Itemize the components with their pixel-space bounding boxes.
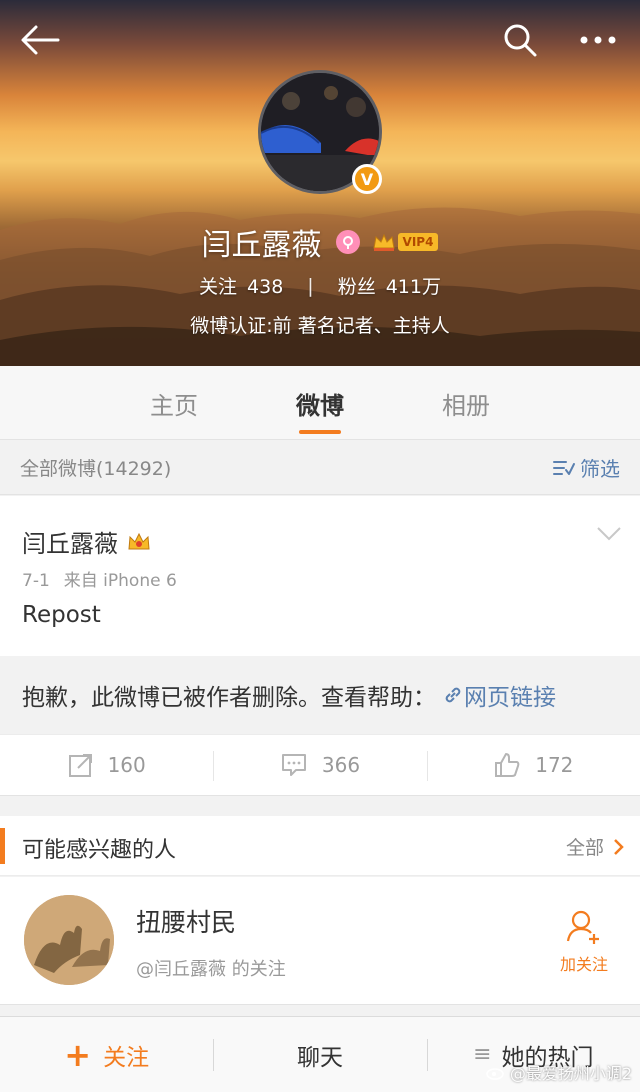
avatar-image: [24, 895, 114, 985]
follow-label: 关注: [103, 1044, 150, 1071]
thumbs-up-icon: [495, 753, 520, 777]
search-button[interactable]: [494, 14, 546, 66]
chat-button[interactable]: 聊天: [213, 1017, 426, 1092]
follow-button[interactable]: + 关注: [0, 1017, 213, 1092]
stats-divider: |: [307, 274, 314, 297]
suggestion-subtitle: @闫丘露薇 的关注: [136, 959, 286, 980]
deleted-repost-box: 抱歉，此微博已被作者删除。查看帮助： 网页链接: [0, 656, 640, 734]
post-meta: 7-1 来自 iPhone 6: [22, 566, 177, 591]
filter-bar: 全部微博(14292) 筛选: [0, 441, 640, 495]
plus-icon: +: [64, 1035, 92, 1074]
web-link[interactable]: 网页链接: [442, 678, 556, 712]
suggestions-all-label: 全部: [565, 837, 604, 859]
like-count: 172: [535, 753, 574, 777]
add-user-icon: [566, 910, 599, 944]
profile-header: V 闫丘露薇 VIP4 关注 438 | 粉丝 411万 微博认证:前 著名记者、主…: [0, 0, 640, 366]
profile-page: V 闫丘露薇 VIP4 关注 438 | 粉丝 411万 微博认证:前 著名记者、主…: [0, 0, 640, 1092]
filter-button[interactable]: 筛选: [552, 453, 620, 482]
post-author-row: 闫丘露薇: [22, 524, 152, 559]
followers-count: 411万: [385, 276, 441, 298]
verification-text: 微博认证:前 著名记者、主持人: [190, 315, 450, 337]
more-button[interactable]: [572, 14, 624, 66]
deleted-notice: 抱歉，此微博已被作者删除。查看帮助：: [22, 685, 436, 711]
more-dots-icon: [580, 36, 616, 44]
followers-label: 粉丝: [337, 276, 376, 298]
suggestions-header: 可能感兴趣的人 全部: [0, 816, 640, 876]
post-count: 全部微博(14292): [20, 458, 172, 480]
profile-tabs: 主页 微博 相册: [0, 366, 640, 440]
repost-icon: [68, 754, 92, 777]
vip-crown-icon: [128, 532, 150, 549]
suggestion-avatar[interactable]: [24, 895, 114, 985]
comment-count: 366: [321, 753, 361, 777]
add-follow-button[interactable]: 加关注: [554, 907, 614, 975]
back-button[interactable]: [14, 14, 66, 66]
web-link-text: 网页链接: [464, 685, 556, 711]
suggestions-all-button[interactable]: 全部: [566, 833, 626, 860]
like-button[interactable]: 172: [426, 735, 640, 795]
following-count: 438: [247, 276, 284, 298]
repost-count: 160: [107, 753, 146, 777]
vip-badge[interactable]: VIP4: [372, 232, 439, 252]
following-label: 关注: [199, 276, 238, 298]
suggestion-name[interactable]: 扭腰村民: [136, 903, 236, 939]
suggestions-title: 可能感兴趣的人: [22, 838, 177, 863]
profile-name-row: 闫丘露薇 VIP4: [0, 220, 640, 264]
following-stat[interactable]: 关注 438: [199, 272, 283, 299]
post-text: Repost: [22, 602, 101, 628]
post-author[interactable]: 闫丘露薇: [22, 524, 118, 559]
tab-home[interactable]: 主页: [101, 366, 247, 440]
filter-label: 筛选: [580, 457, 620, 481]
post-date: 7-1: [22, 571, 50, 591]
post-source: 来自 iPhone 6: [63, 571, 177, 591]
profile-name: 闫丘露薇: [201, 228, 322, 263]
verified-badge: V: [352, 164, 382, 194]
post-actions: 160 366 172: [0, 734, 640, 796]
repost-button[interactable]: 160: [0, 735, 213, 795]
profile-stats: 关注 438 | 粉丝 411万: [0, 272, 640, 299]
female-gender-icon: [335, 230, 360, 254]
followers-stat[interactable]: 粉丝 411万: [338, 272, 441, 299]
filter-icon: [553, 460, 575, 475]
chevron-down-icon: [597, 527, 621, 541]
weibo-logo-icon: [486, 1068, 504, 1080]
crown-icon: [372, 233, 395, 251]
comment-icon: [281, 754, 306, 776]
watermark: @最爱扬州小调2: [486, 1060, 632, 1084]
link-icon: [445, 687, 461, 703]
vip-level: VIP4: [397, 233, 439, 251]
suggestion-item[interactable]: 扭腰村民 @闫丘露薇 的关注 加关注: [0, 877, 640, 1005]
watermark-text: @最爱扬州小调2: [509, 1064, 632, 1083]
post-card[interactable]: 闫丘露薇 7-1 来自 iPhone 6 Repost 抱歉，此微博已被作者删除。…: [0, 496, 640, 796]
chevron-right-icon: [614, 838, 624, 855]
section-accent-bar: [0, 828, 5, 864]
tab-album[interactable]: 相册: [393, 366, 539, 440]
search-icon: [504, 24, 537, 57]
chat-label: 聊天: [296, 1044, 343, 1071]
comment-button[interactable]: 366: [213, 735, 426, 795]
tab-weibo[interactable]: 微博: [247, 366, 393, 440]
add-follow-label: 加关注: [559, 955, 608, 974]
post-menu-button[interactable]: [596, 526, 622, 546]
back-arrow-icon: [21, 25, 60, 55]
